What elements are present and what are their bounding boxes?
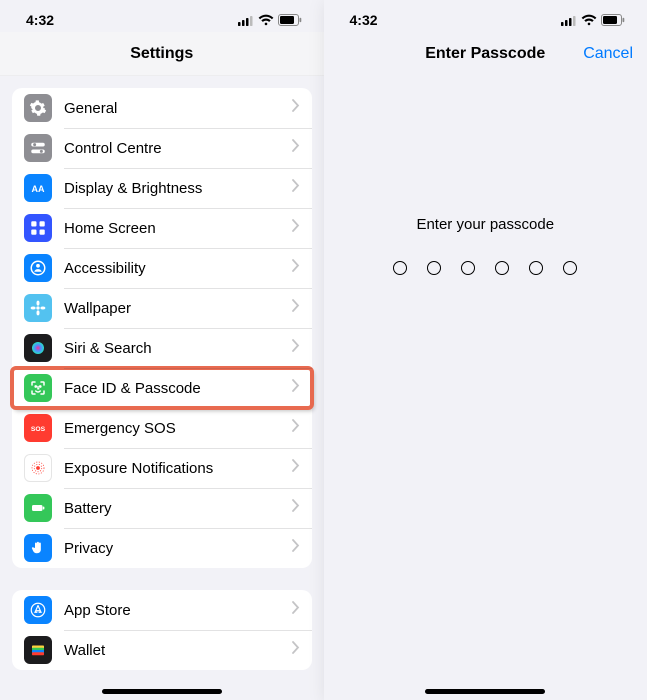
- passcode-dots[interactable]: [393, 261, 577, 275]
- row-label: App Store: [64, 602, 292, 619]
- passcode-body: Enter your passcode: [324, 76, 647, 700]
- passcode-dot: [427, 261, 441, 275]
- row-label: Accessibility: [64, 260, 292, 277]
- chevron-right-icon: [292, 601, 300, 619]
- svg-text:AA: AA: [32, 184, 45, 194]
- chevron-right-icon: [292, 499, 300, 517]
- wifi-icon: [258, 14, 274, 26]
- row-label: Wallpaper: [64, 300, 292, 317]
- battery-icon: [278, 14, 302, 26]
- status-bar: 4:32: [0, 8, 324, 32]
- row-label: Siri & Search: [64, 340, 292, 357]
- chevron-right-icon: [292, 339, 300, 357]
- home-indicator[interactable]: [425, 689, 545, 694]
- settings-row-siri-search[interactable]: Siri & Search: [12, 328, 312, 368]
- settings-row-general[interactable]: General: [12, 88, 312, 128]
- row-label: General: [64, 100, 292, 117]
- chevron-right-icon: [292, 459, 300, 477]
- battery-icon: [24, 494, 52, 522]
- settings-row-exposure-notifications[interactable]: Exposure Notifications: [12, 448, 312, 488]
- status-icons: [238, 14, 302, 26]
- settings-row-wallet[interactable]: Wallet: [12, 630, 312, 670]
- row-label: Exposure Notifications: [64, 460, 292, 477]
- settings-row-wallpaper[interactable]: Wallpaper: [12, 288, 312, 328]
- settings-row-accessibility[interactable]: Accessibility: [12, 248, 312, 288]
- passcode-prompt: Enter your passcode: [416, 216, 554, 233]
- chevron-right-icon: [292, 641, 300, 659]
- switches-icon: [24, 134, 52, 162]
- chevron-right-icon: [292, 299, 300, 317]
- chevron-right-icon: [292, 539, 300, 557]
- chevron-right-icon: [292, 419, 300, 437]
- siri-icon: [24, 334, 52, 362]
- flower-icon: [24, 294, 52, 322]
- face-icon: [24, 374, 52, 402]
- settings-nav: Settings: [0, 32, 324, 76]
- cellular-icon: [561, 15, 577, 26]
- chevron-right-icon: [292, 179, 300, 197]
- passcode-dot: [495, 261, 509, 275]
- row-label: Display & Brightness: [64, 180, 292, 197]
- passcode-nav: Enter Passcode Cancel: [324, 32, 647, 76]
- home-indicator[interactable]: [102, 689, 222, 694]
- settings-list[interactable]: General Control Centre AA Display & Brightn…: [0, 76, 324, 700]
- chevron-right-icon: [292, 259, 300, 277]
- settings-row-privacy[interactable]: Privacy: [12, 528, 312, 568]
- wifi-icon: [581, 14, 597, 26]
- passcode-dot: [393, 261, 407, 275]
- chevron-right-icon: [292, 99, 300, 117]
- grid-icon: [24, 214, 52, 242]
- passcode-dot: [461, 261, 475, 275]
- cancel-button[interactable]: Cancel: [583, 32, 633, 76]
- row-label: Face ID & Passcode: [64, 380, 292, 397]
- row-label: Wallet: [64, 642, 292, 659]
- settings-screen: 4:32 Settings General Control Centre AA Dis…: [0, 0, 324, 700]
- settings-row-control-centre[interactable]: Control Centre: [12, 128, 312, 168]
- settings-row-battery[interactable]: Battery: [12, 488, 312, 528]
- row-label: Privacy: [64, 540, 292, 557]
- hand-icon: [24, 534, 52, 562]
- settings-title: Settings: [130, 45, 193, 63]
- settings-row-display-brightness[interactable]: AA Display & Brightness: [12, 168, 312, 208]
- status-bar: 4:32: [324, 8, 647, 32]
- row-label: Emergency SOS: [64, 420, 292, 437]
- chevron-right-icon: [292, 219, 300, 237]
- SOS-icon: SOS: [24, 414, 52, 442]
- passcode-title: Enter Passcode: [425, 45, 545, 63]
- settings-row-face-id-passcode[interactable]: Face ID & Passcode: [12, 368, 312, 408]
- row-label: Home Screen: [64, 220, 292, 237]
- cellular-icon: [238, 15, 254, 26]
- person-icon: [24, 254, 52, 282]
- burst-icon: [24, 454, 52, 482]
- row-label: Control Centre: [64, 140, 292, 157]
- appstore-icon: [24, 596, 52, 624]
- AA-icon: AA: [24, 174, 52, 202]
- status-time: 4:32: [350, 12, 378, 28]
- settings-row-emergency-sos[interactable]: SOS Emergency SOS: [12, 408, 312, 448]
- passcode-dot: [563, 261, 577, 275]
- wallet-icon: [24, 636, 52, 664]
- settings-group-1: General Control Centre AA Display & Brightn…: [12, 88, 312, 568]
- chevron-right-icon: [292, 379, 300, 397]
- gear-icon: [24, 94, 52, 122]
- passcode-screen: 4:32 Enter Passcode Cancel Enter your pa…: [324, 0, 647, 700]
- svg-text:SOS: SOS: [31, 426, 46, 433]
- settings-row-home-screen[interactable]: Home Screen: [12, 208, 312, 248]
- status-time: 4:32: [26, 12, 54, 28]
- settings-group-2: App Store Wallet: [12, 590, 312, 670]
- chevron-right-icon: [292, 139, 300, 157]
- row-label: Battery: [64, 500, 292, 517]
- passcode-dot: [529, 261, 543, 275]
- battery-icon: [601, 14, 625, 26]
- settings-row-app-store[interactable]: App Store: [12, 590, 312, 630]
- status-icons: [561, 14, 625, 26]
